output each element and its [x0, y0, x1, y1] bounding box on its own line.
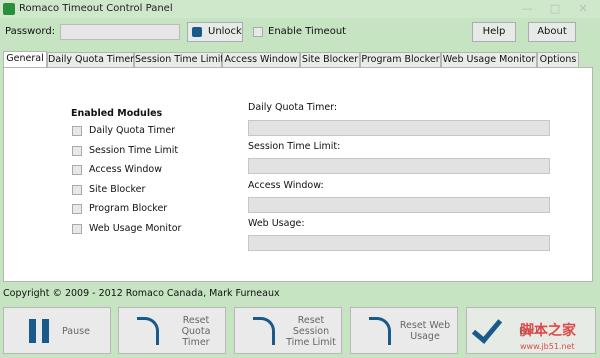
enable-timeout-label: Enable Timeout: [268, 26, 347, 37]
access-window-label: Access Window:: [248, 180, 324, 191]
unlock-label: Unlock: [208, 26, 242, 37]
access-window-field: [248, 197, 550, 213]
module-checkbox[interactable]: [72, 204, 82, 214]
reset-quota-label: Reset Quota Timer: [181, 315, 211, 348]
window-title: Romaco Timeout Control Panel: [19, 3, 173, 14]
enabled-modules-group: Enabled Modules Daily Quota Timer Sessio…: [71, 108, 182, 234]
undo-arrow-icon: [137, 317, 159, 345]
app-icon: [3, 3, 15, 15]
help-button[interactable]: Help: [472, 22, 516, 42]
title-bar: Romaco Timeout Control Panel — □ ✕: [0, 0, 600, 18]
watermark-logo: 脚本之家: [520, 323, 576, 339]
about-button[interactable]: About: [528, 22, 576, 42]
module-checkbox[interactable]: [72, 165, 82, 175]
pause-icon: [29, 319, 51, 343]
close-button[interactable]: ✕: [568, 0, 598, 18]
reset-web-usage-button[interactable]: Reset Web Usage: [350, 307, 458, 354]
reset-web-label: Reset Web Usage: [399, 320, 451, 342]
module-checkbox[interactable]: [72, 185, 82, 195]
password-label: Password:: [5, 26, 56, 37]
enable-timeout-checkbox[interactable]: [253, 27, 263, 37]
session-time-label: Session Time Limit:: [248, 141, 341, 152]
web-usage-field: [248, 235, 550, 251]
undo-arrow-icon: [253, 317, 275, 345]
lock-icon: [192, 27, 202, 37]
minimize-button[interactable]: —: [512, 0, 542, 18]
tab-daily-quota-timer[interactable]: Daily Quota Timer: [47, 52, 134, 68]
checkmark-icon: [471, 312, 503, 344]
reset-session-label: Reset Session Time Limit: [286, 315, 336, 348]
password-input[interactable]: [60, 24, 180, 40]
maximize-button[interactable]: □: [540, 0, 570, 18]
reset-session-time-limit-button[interactable]: Reset Session Time Limit: [234, 307, 342, 354]
undo-arrow-icon: [369, 317, 391, 345]
tab-session-time-limit[interactable]: Session Time Limit: [134, 52, 224, 68]
web-usage-label: Web Usage:: [248, 218, 305, 229]
module-checkbox[interactable]: [72, 126, 82, 136]
module-checkbox[interactable]: [72, 224, 82, 234]
daily-quota-label: Daily Quota Timer:: [248, 102, 338, 113]
watermark-url: www.jb51.net: [520, 342, 575, 351]
general-panel: Enabled Modules Daily Quota Timer Sessio…: [3, 67, 593, 282]
tab-access-window[interactable]: Access Window: [222, 52, 300, 68]
unlock-button[interactable]: Unlock: [187, 22, 243, 42]
tab-options[interactable]: Options: [537, 52, 579, 68]
reset-quota-timer-button[interactable]: Reset Quota Timer: [118, 307, 226, 354]
daily-quota-field: [248, 120, 550, 136]
copyright-text: Copyright © 2009 - 2012 Romaco Canada, M…: [3, 288, 280, 299]
enabled-modules-title: Enabled Modules: [71, 108, 163, 119]
pause-label: Pause: [62, 326, 90, 337]
tab-program-blocker[interactable]: Program Blocker: [360, 52, 441, 68]
pause-button[interactable]: Pause: [3, 307, 111, 354]
session-time-field: [248, 158, 550, 174]
tab-web-usage-monitor[interactable]: Web Usage Monitor: [441, 52, 537, 68]
module-checkbox[interactable]: [72, 146, 82, 156]
tab-site-blocker[interactable]: Site Blocker: [300, 52, 360, 68]
